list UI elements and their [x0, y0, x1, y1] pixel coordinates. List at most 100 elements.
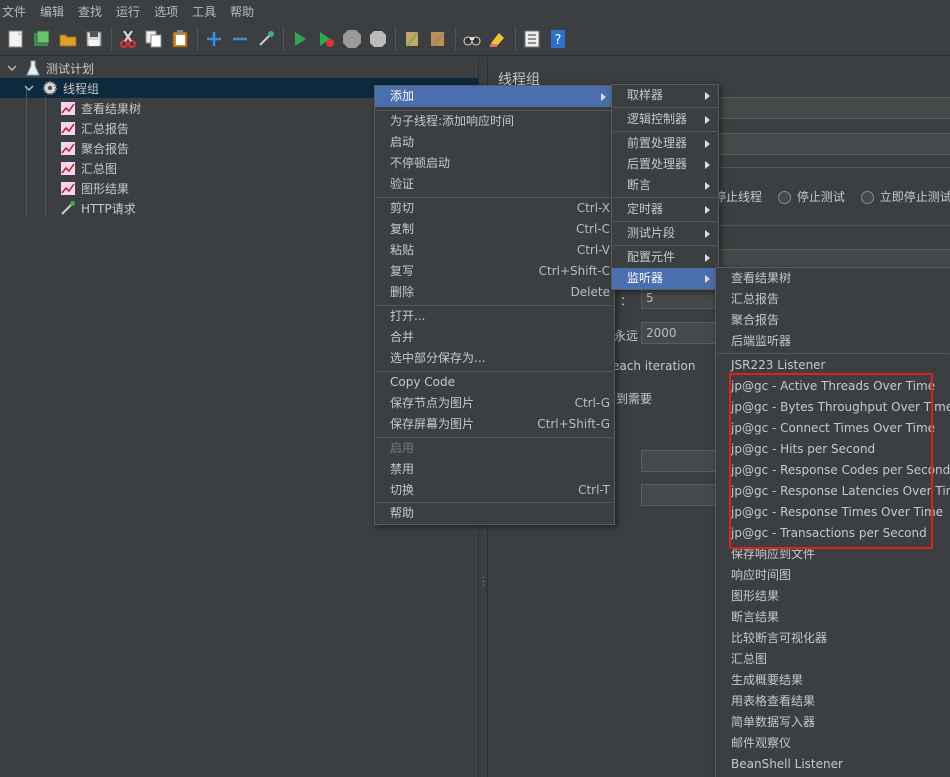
- listener-response-times[interactable]: jp@gc - Response Times Over Time: [716, 502, 950, 523]
- collapse-icon[interactable]: [229, 28, 251, 50]
- menu-item-save-node-image[interactable]: 保存节点为图片 Ctrl-G: [375, 393, 614, 414]
- listener-hits-per-second[interactable]: jp@gc - Hits per Second: [716, 439, 950, 460]
- help-icon[interactable]: ?: [547, 28, 569, 50]
- stop-icon[interactable]: [341, 28, 363, 50]
- listener-simple-data-writer[interactable]: 简单数据写入器: [716, 712, 950, 733]
- menu-item-open[interactable]: 打开...: [375, 306, 614, 327]
- submenu-item-logic-controller[interactable]: 逻辑控制器: [612, 109, 718, 130]
- chevron-right-icon: [705, 230, 710, 238]
- menu-tools[interactable]: 工具: [190, 3, 222, 20]
- listener-active-threads[interactable]: jp@gc - Active Threads Over Time: [716, 376, 950, 397]
- menu-help[interactable]: 帮助: [228, 3, 260, 20]
- menu-edit[interactable]: 编辑: [38, 3, 70, 20]
- chevron-down-icon[interactable]: [21, 80, 37, 96]
- submenu-item-test-fragment[interactable]: 测试片段: [612, 223, 718, 244]
- listener-response-time-graph[interactable]: 响应时间图: [716, 565, 950, 586]
- listener-response-latencies[interactable]: jp@gc - Response Latencies Over Time: [716, 481, 950, 502]
- submenu-item-pre-processor[interactable]: 前置处理器: [612, 133, 718, 154]
- listener-transactions-per-second[interactable]: jp@gc - Transactions per Second: [716, 523, 950, 544]
- menu-run[interactable]: 运行: [114, 3, 146, 20]
- menu-item-save-selection-as[interactable]: 选中部分保存为...: [375, 348, 614, 369]
- toggle-icon[interactable]: [255, 28, 277, 50]
- tree-node-http-request[interactable]: HTTP请求: [60, 198, 136, 218]
- submenu-item-sampler[interactable]: 取样器: [612, 85, 718, 106]
- listener-comparison-assertion-visualizer[interactable]: 比较断言可视化器: [716, 628, 950, 649]
- cut-icon[interactable]: [117, 28, 139, 50]
- tree-node-summary-report[interactable]: 汇总报告: [60, 118, 129, 138]
- menu-item-copy[interactable]: 复制 Ctrl-C: [375, 219, 614, 240]
- menu-item-paste[interactable]: 粘贴 Ctrl-V: [375, 240, 614, 261]
- listener-assertion-results[interactable]: 断言结果: [716, 607, 950, 628]
- tree-node-test-plan[interactable]: 测试计划: [4, 58, 94, 78]
- menu-item-cut[interactable]: 剪切 Ctrl-X: [375, 198, 614, 219]
- shutdown-icon[interactable]: [367, 28, 389, 50]
- function-helper-icon[interactable]: [521, 28, 543, 50]
- expand-icon[interactable]: [203, 28, 225, 50]
- listener-save-responses[interactable]: 保存响应到文件: [716, 544, 950, 565]
- menu-item-delete[interactable]: 删除 Delete: [375, 282, 614, 303]
- menu-item-disable[interactable]: 禁用: [375, 459, 614, 480]
- paste-icon[interactable]: [169, 28, 191, 50]
- start-icon[interactable]: [289, 28, 311, 50]
- same-user-each-iteration[interactable]: each iteration: [612, 359, 695, 373]
- menu-item-duplicate[interactable]: 复写 Ctrl+Shift-C: [375, 261, 614, 282]
- listener-graph-results[interactable]: 图形结果: [716, 586, 950, 607]
- menu-item-validate[interactable]: 验证: [375, 174, 614, 195]
- submenu-item-listener[interactable]: 监听器: [612, 268, 718, 289]
- search-icon[interactable]: [461, 28, 483, 50]
- reset-search-icon[interactable]: [487, 28, 509, 50]
- menu-item-start-no-pause[interactable]: 不停顿启动: [375, 153, 614, 174]
- tree-node-summary-graph[interactable]: 汇总图: [60, 158, 117, 178]
- listener-summary-graph[interactable]: 汇总图: [716, 649, 950, 670]
- listener-mailer-visualizer[interactable]: 邮件观察仪: [716, 733, 950, 754]
- menu-item-add[interactable]: 添加: [375, 86, 614, 107]
- listener-view-results-table[interactable]: 用表格查看结果: [716, 691, 950, 712]
- listener-connect-times[interactable]: jp@gc - Connect Times Over Time: [716, 418, 950, 439]
- templates-icon[interactable]: [31, 28, 53, 50]
- menu-file[interactable]: 文件: [0, 3, 32, 20]
- listener-aggregate-report[interactable]: 聚合报告: [716, 310, 950, 331]
- menu-item-label: 删除: [390, 285, 415, 299]
- add-submenu: 取样器 逻辑控制器 前置处理器 后置处理器 断言 定时器 测试片段 配置元件 监…: [611, 84, 719, 290]
- open-icon[interactable]: [57, 28, 79, 50]
- submenu-item-timer[interactable]: 定时器: [612, 199, 718, 220]
- save-icon[interactable]: [83, 28, 105, 50]
- listener-view-results-tree[interactable]: 查看结果树: [716, 268, 950, 289]
- submenu-item-assertion[interactable]: 断言: [612, 175, 718, 196]
- menu-item-start[interactable]: 启动: [375, 132, 614, 153]
- chevron-down-icon[interactable]: [4, 60, 20, 76]
- start-no-pause-icon[interactable]: [315, 28, 337, 50]
- listener-beanshell[interactable]: BeanShell Listener: [716, 754, 950, 775]
- menu-item-label: 取样器: [627, 88, 664, 102]
- menu-options[interactable]: 选项: [152, 3, 184, 20]
- tree-node-thread-group[interactable]: 线程组: [21, 78, 99, 98]
- stop-test-now-radio[interactable]: 立即停止测试: [860, 190, 950, 204]
- delay-thread-creation[interactable]: 到需要: [616, 390, 652, 407]
- menu-search[interactable]: 查找: [76, 3, 108, 20]
- copy-icon[interactable]: [143, 28, 165, 50]
- listener-bytes-throughput[interactable]: jp@gc - Bytes Throughput Over Time: [716, 397, 950, 418]
- listener-backend-listener[interactable]: 后端监听器: [716, 331, 950, 352]
- tree-node-view-results-tree[interactable]: 查看结果树: [60, 98, 141, 118]
- menu-item-copy-code[interactable]: Copy Code: [375, 372, 614, 393]
- clear-all-icon[interactable]: [427, 28, 449, 50]
- listener-summary-report[interactable]: 汇总报告: [716, 289, 950, 310]
- listener-response-codes[interactable]: jp@gc - Response Codes per Second: [716, 460, 950, 481]
- submenu-item-post-processor[interactable]: 后置处理器: [612, 154, 718, 175]
- menu-item-merge[interactable]: 合并: [375, 327, 614, 348]
- menu-item-save-screen-image[interactable]: 保存屏幕为图片 Ctrl+Shift-G: [375, 414, 614, 435]
- context-menu: 添加 为子线程:添加响应时间 启动 不停顿启动 验证 剪切 Ctrl-X 复制 Ct…: [374, 85, 615, 525]
- tree-node-aggregate-report[interactable]: 聚合报告: [60, 138, 129, 158]
- clear-icon[interactable]: [401, 28, 423, 50]
- listener-jsr223[interactable]: JSR223 Listener: [716, 355, 950, 376]
- menu-item-add-response-time[interactable]: 为子线程:添加响应时间: [375, 111, 614, 132]
- listener-generate-summary[interactable]: 生成概要结果: [716, 670, 950, 691]
- menu-item-help[interactable]: 帮助: [375, 503, 614, 524]
- stop-test-radio[interactable]: 停止测试: [777, 190, 845, 204]
- submenu-item-config-element[interactable]: 配置元件: [612, 247, 718, 268]
- menu-item-toggle[interactable]: 切换 Ctrl-T: [375, 480, 614, 501]
- chevron-right-icon: [705, 92, 710, 100]
- tree-node-graph-results[interactable]: 图形结果: [60, 178, 129, 198]
- menu-item-label: 粘贴: [390, 243, 415, 257]
- new-icon[interactable]: [5, 28, 27, 50]
